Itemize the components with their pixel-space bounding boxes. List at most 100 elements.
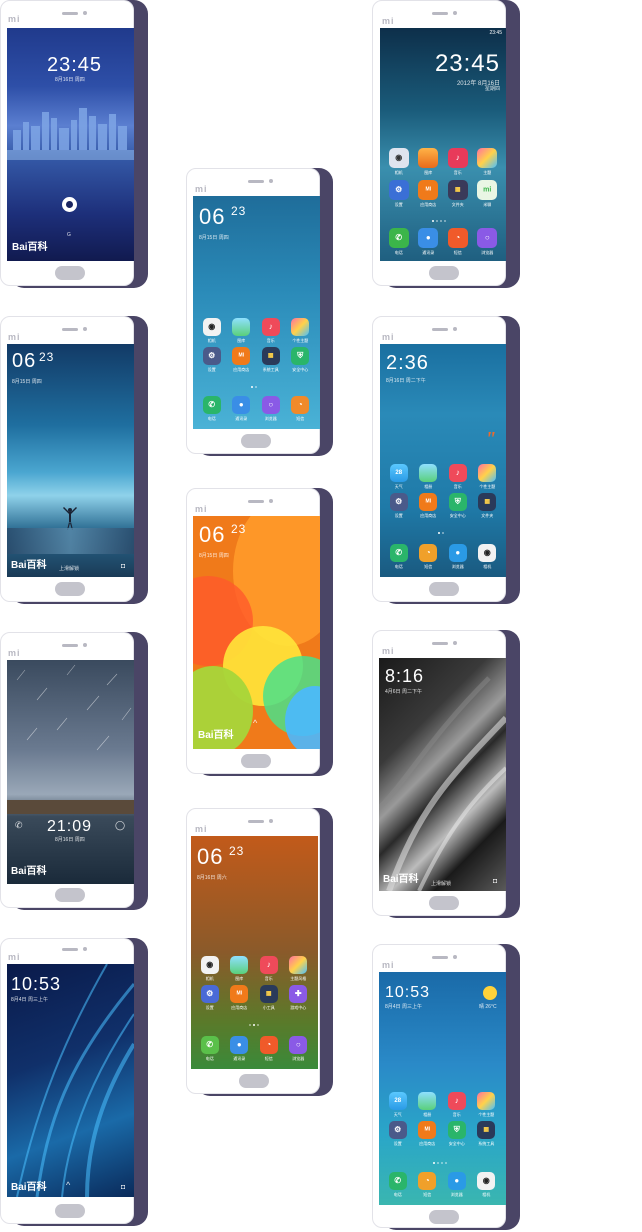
app-settings[interactable]: ⚙ 设置: [384, 493, 414, 519]
app-settings[interactable]: ⚙ 设置: [197, 347, 227, 373]
app-camera[interactable]: ◉ 相机: [384, 148, 414, 176]
dock-sms[interactable]: ◔ 短信: [286, 396, 316, 422]
dock-sms[interactable]: ◔ 短信: [414, 544, 444, 570]
app-settings[interactable]: ⚙ 设置: [195, 985, 225, 1011]
home-button[interactable]: [55, 888, 85, 902]
app-store[interactable]: MI 应用商店: [227, 347, 257, 373]
home-button[interactable]: [429, 582, 459, 596]
app-folder[interactable]: ▦ 文件夹: [443, 180, 473, 208]
app-gallery[interactable]: 相册: [413, 1092, 443, 1118]
app-music[interactable]: ♪ 音乐: [256, 318, 286, 344]
dock-browser[interactable]: ● 浏览器: [443, 544, 473, 570]
app-security[interactable]: ⛨ 安全中心: [443, 493, 473, 519]
app-theme[interactable]: 主题风格: [284, 956, 314, 982]
camera-hint-icon[interactable]: G: [67, 232, 71, 238]
app-store[interactable]: MI 应用商店: [414, 180, 444, 208]
app-gallery[interactable]: 图库: [225, 956, 255, 982]
home-button[interactable]: [429, 266, 459, 280]
app-theme[interactable]: 个性主题: [472, 1092, 502, 1118]
dock-phone[interactable]: ✆ 电话: [384, 228, 414, 256]
phone-5: mi 2:36 8月16日 周二下午 " 28 天气 相册 ♪ 音乐 个性主题 ⚙ 设…: [372, 316, 524, 606]
dock-contacts[interactable]: ● 通讯录: [225, 1036, 255, 1062]
dock-contacts[interactable]: ● 通讯录: [227, 396, 257, 422]
app-camera[interactable]: ◉ 相机: [195, 956, 225, 982]
speaker: [432, 956, 448, 959]
dock-phone[interactable]: ✆ 电话: [383, 1172, 413, 1198]
app-music[interactable]: ♪ 音乐: [443, 148, 473, 176]
dock-browser[interactable]: ○ 浏览器: [473, 228, 503, 256]
home-button[interactable]: [241, 434, 271, 448]
sun-icon[interactable]: [483, 986, 497, 1000]
phone-screen: 23:45 23:45 2012年 8月16日 星期四 ◉ 相机 图库 ♪ 音乐 主…: [380, 28, 506, 261]
app-theme[interactable]: 个性主题: [286, 318, 316, 344]
app-camera[interactable]: ◉ 相机: [197, 318, 227, 344]
dock-sms[interactable]: ◔ 短信: [254, 1036, 284, 1062]
clock-date: 8月4日 周三上午: [11, 997, 48, 1003]
app-music[interactable]: ♪ 音乐: [442, 1092, 472, 1118]
app-store[interactable]: MI 应用商店: [413, 1121, 443, 1147]
dock-phone[interactable]: ✆ 电话: [195, 1036, 225, 1062]
app-widgets[interactable]: ▦ 小工具: [254, 985, 284, 1011]
unlock-handle[interactable]: [62, 197, 77, 212]
app-games[interactable]: ✚ 游戏中心: [284, 985, 314, 1011]
app-folder[interactable]: ▦ 文件夹: [473, 493, 503, 519]
speaker: [432, 12, 448, 15]
dock-browser[interactable]: ○ 浏览器: [284, 1036, 314, 1062]
home-button[interactable]: [239, 1074, 269, 1088]
app-store[interactable]: MI 应用商店: [225, 985, 255, 1011]
clock-time: 2:36: [386, 352, 429, 374]
app-weather[interactable]: 28 天气: [384, 464, 414, 490]
sms-icon: ◔: [259, 1036, 278, 1054]
chevron-up-icon[interactable]: ^: [66, 1180, 70, 1190]
app-security[interactable]: ⛨ 安全中心: [286, 347, 316, 373]
dock-phone[interactable]: ✆ 电话: [384, 544, 414, 570]
camera-icon[interactable]: ◘: [493, 878, 497, 885]
app-security[interactable]: ⛨ 安全中心: [442, 1121, 472, 1147]
page-indicator: [249, 1024, 259, 1026]
dock-contacts[interactable]: ● 通讯录: [414, 228, 444, 256]
home-button[interactable]: [241, 754, 271, 768]
app-tools[interactable]: ▦ 系统工具: [472, 1121, 502, 1147]
mi-logo: mi: [382, 16, 395, 26]
home-button[interactable]: [429, 1210, 459, 1224]
star-trails: [16, 664, 132, 751]
dock-camera[interactable]: ◉ 相机: [473, 544, 503, 570]
contacts-icon: ●: [418, 228, 439, 248]
app-theme[interactable]: 主题: [473, 148, 503, 176]
app-weather[interactable]: 28 天气: [383, 1092, 413, 1118]
app-store[interactable]: MI 应用商店: [414, 493, 444, 519]
app-settings[interactable]: ⚙ 设置: [383, 1121, 413, 1147]
app-tools[interactable]: ▦ 系统工具: [256, 347, 286, 373]
app-mitalk[interactable]: mi 米聊: [473, 180, 503, 208]
dock-sms[interactable]: ◔ 短信: [413, 1172, 443, 1198]
home-button[interactable]: [429, 896, 459, 910]
dock-browser[interactable]: ● 浏览器: [442, 1172, 472, 1198]
app-theme[interactable]: 个性主题: [473, 464, 503, 490]
app-settings[interactable]: ⚙ 设置: [384, 180, 414, 208]
front-camera: [83, 643, 87, 647]
camera-icon: ◉: [200, 956, 219, 974]
dock-camera[interactable]: ◉ 相机: [472, 1172, 502, 1198]
phone-icon[interactable]: ✆: [15, 820, 23, 831]
home-button[interactable]: [55, 1204, 85, 1218]
phone-screen: 06 23 8月15日 周四 ^ Bai百科: [193, 516, 320, 749]
dock-phone[interactable]: ✆ 电话: [197, 396, 227, 422]
app-gallery[interactable]: 图库: [414, 148, 444, 176]
front-camera: [453, 641, 457, 645]
clock-hours: 06: [197, 844, 224, 869]
app-music[interactable]: ♪ 音乐: [443, 464, 473, 490]
app-gallery[interactable]: 相册: [414, 464, 444, 490]
chevron-up-icon[interactable]: ^: [253, 718, 257, 728]
camera-icon[interactable]: ◘: [121, 1184, 125, 1191]
message-icon[interactable]: ◯: [115, 820, 125, 831]
home-button[interactable]: [55, 582, 85, 596]
app-music[interactable]: ♪ 音乐: [254, 956, 284, 982]
home-button[interactable]: [55, 266, 85, 280]
music-icon: ♪: [261, 318, 280, 336]
app-gallery[interactable]: 图库: [227, 318, 257, 344]
sms-icon: ◔: [447, 228, 468, 248]
dock-sms[interactable]: ◔ 短信: [443, 228, 473, 256]
dock-browser[interactable]: ○ 浏览器: [256, 396, 286, 422]
camera-icon[interactable]: ◘: [121, 563, 125, 570]
gear-icon: ⚙: [388, 180, 409, 200]
